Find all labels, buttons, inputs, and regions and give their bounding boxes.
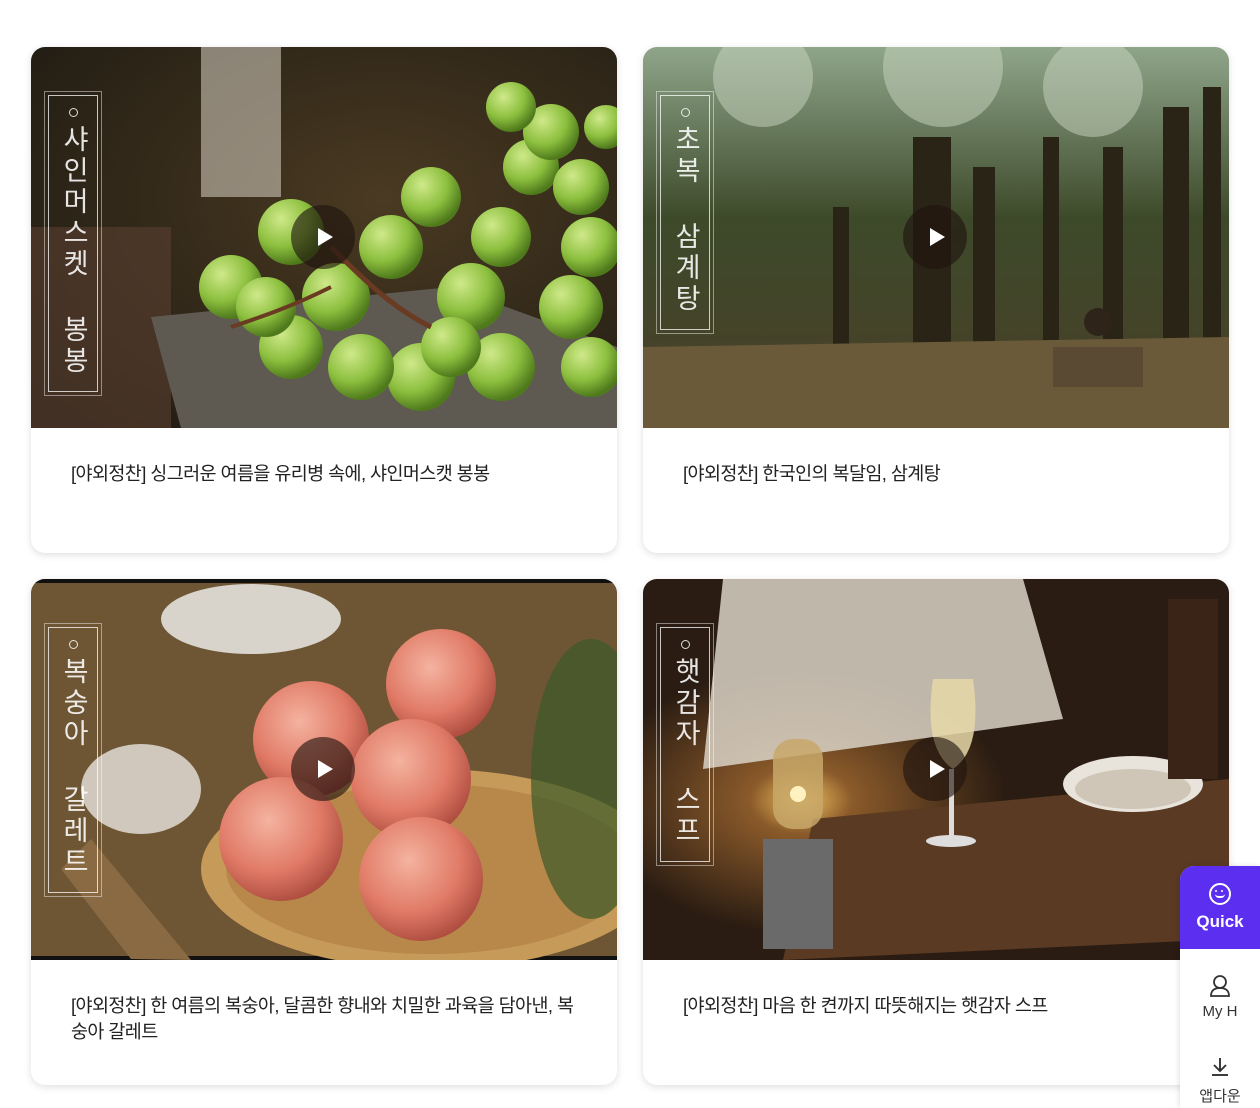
video-thumbnail[interactable]: 복숭아 갈레트	[31, 579, 617, 960]
video-card[interactable]: 햇감자 스프 [야외정찬] 마음 한 켠까지 따뜻해지는 햇감자 스프	[643, 579, 1229, 1085]
play-icon	[929, 760, 945, 778]
play-button[interactable]	[903, 205, 967, 269]
card-caption[interactable]: [야외정찬] 한 여름의 복숭아, 달콤한 향내와 치밀한 과육을 담아낸, 복…	[71, 993, 589, 1045]
vertical-title-text: 샤인머스켓 봉봉	[57, 125, 89, 377]
smiley-icon	[1209, 883, 1231, 905]
my-h-button[interactable]: My H	[1180, 974, 1260, 1020]
video-card[interactable]: 샤인머스켓 봉봉 [야외정찬] 싱그러운 여름을 유리병 속에, 샤인머스캣 봉…	[31, 47, 617, 553]
video-thumbnail[interactable]: 샤인머스켓 봉봉	[31, 47, 617, 428]
vertical-title-label: 햇감자 스프	[656, 623, 714, 866]
circle-dot-icon	[680, 108, 690, 117]
card-caption[interactable]: [야외정찬] 싱그러운 여름을 유리병 속에, 샤인머스캣 봉봉	[71, 461, 589, 487]
quick-label: Quick	[1196, 912, 1244, 931]
play-button[interactable]	[291, 737, 355, 801]
app-download-label: 앱다운	[1199, 1088, 1241, 1105]
vertical-title-text: 초복 삼계탕	[669, 125, 701, 315]
vertical-title-text: 복숭아 갈레트	[57, 657, 89, 878]
card-caption[interactable]: [야외정찬] 한국인의 복달임, 삼계탕	[683, 461, 1201, 487]
circle-dot-icon	[68, 108, 78, 117]
video-thumbnail[interactable]: 초복 삼계탕	[643, 47, 1229, 428]
my-h-label: My H	[1202, 1003, 1238, 1020]
quick-menu: Quick My H 앱다운	[1180, 866, 1260, 1108]
circle-dot-icon	[68, 640, 78, 649]
download-icon	[1212, 1058, 1228, 1076]
app-download-button[interactable]: 앱다운	[1180, 1056, 1260, 1106]
play-button[interactable]	[903, 737, 967, 801]
video-thumbnail[interactable]: 햇감자 스프	[643, 579, 1229, 960]
user-icon	[1210, 975, 1230, 997]
play-icon	[317, 760, 333, 778]
card-caption[interactable]: [야외정찬] 마음 한 켠까지 따뜻해지는 햇감자 스프	[683, 993, 1201, 1019]
page: 샤인머스켓 봉봉 [야외정찬] 싱그러운 여름을 유리병 속에, 샤인머스캣 봉…	[0, 0, 1260, 1108]
play-icon	[929, 228, 945, 246]
video-card[interactable]: 초복 삼계탕 [야외정찬] 한국인의 복달임, 삼계탕	[643, 47, 1229, 553]
vertical-title-text: 햇감자 스프	[669, 657, 701, 847]
video-card[interactable]: 복숭아 갈레트 [야외정찬] 한 여름의 복숭아, 달콤한 향내와 치밀한 과육…	[31, 579, 617, 1085]
play-button[interactable]	[291, 205, 355, 269]
video-card-grid: 샤인머스켓 봉봉 [야외정찬] 싱그러운 여름을 유리병 속에, 샤인머스캣 봉…	[31, 47, 1229, 1085]
vertical-title-label: 복숭아 갈레트	[44, 623, 102, 897]
play-icon	[317, 228, 333, 246]
vertical-title-label: 초복 삼계탕	[656, 91, 714, 334]
vertical-title-label: 샤인머스켓 봉봉	[44, 91, 102, 396]
circle-dot-icon	[680, 640, 690, 649]
quick-button[interactable]: Quick	[1180, 866, 1260, 949]
